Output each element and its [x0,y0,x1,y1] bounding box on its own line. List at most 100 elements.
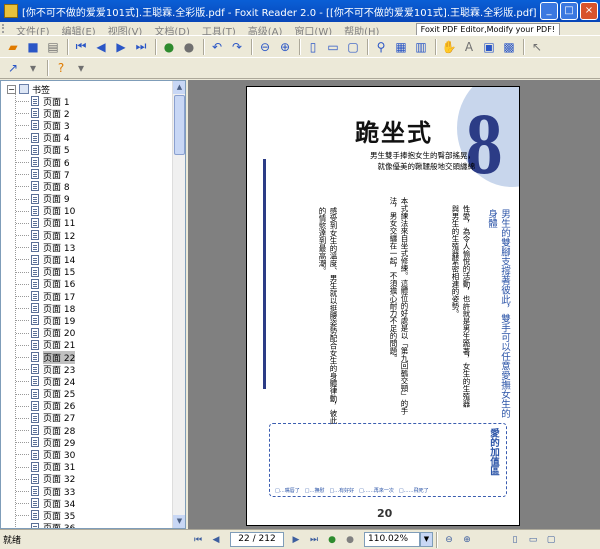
zoom-in-icon[interactable]: ⊕ [459,532,475,548]
page-number-input[interactable]: 22 / 212 [230,532,284,547]
sidebar-item-page[interactable]: 页面 30 [1,448,173,461]
page-icon [31,510,39,521]
sidebar-item-page[interactable]: 页面 12 [1,229,173,242]
print-icon[interactable]: ▤ [44,38,62,56]
page-icon [31,437,39,448]
sidebar-item-page[interactable]: 页面 29 [1,436,173,449]
sidebar-item-page[interactable]: 页面 25 [1,388,173,400]
sidebar-item-page[interactable]: 页面 14 [1,253,173,267]
sidebar-item-page[interactable]: 页面 34 [1,497,173,510]
sidebar-item-page[interactable]: 页面 9 [1,193,173,205]
text-select-icon[interactable]: A [460,38,478,56]
sidebar-item-page[interactable]: 页面 21 [1,339,173,351]
scrollbar-thumb[interactable] [174,95,185,155]
body-column-3: 感受到女生的溫度、男生就以挺腰姿勢配合女生的身體律動，彼此的情慾達到最高潮。 [318,207,338,425]
page-icon [31,157,39,168]
continuous-page-icon[interactable]: ▭ [525,532,541,548]
close-button[interactable]: × [580,2,598,20]
next-page-icon[interactable]: ▶ [112,38,130,56]
previous-page-icon[interactable]: ◀ [92,38,110,56]
sidebar-item-page[interactable]: 页面 15 [1,266,173,278]
snapshot-icon[interactable]: ▣ [480,38,498,56]
sidebar-item-page[interactable]: 页面 7 [1,168,173,181]
scroll-down-icon[interactable]: ▼ [173,515,185,528]
save-icon[interactable]: ■ [24,38,42,56]
page-icon [31,193,39,204]
zoom-out-icon[interactable]: ⊖ [256,38,274,56]
last-page-icon[interactable]: ⏭ [132,38,150,56]
help-icon[interactable]: ? [52,59,70,77]
facing-page-icon[interactable]: ▢ [344,38,362,56]
sidebar-item-page[interactable]: 页面 18 [1,302,173,315]
binoculars-icon[interactable]: ⚲ [372,38,390,56]
pointer-tool-icon[interactable]: ↗ [4,59,22,77]
previous-page-icon[interactable]: ◀ [208,532,224,548]
first-page-icon[interactable]: ⏮ [190,532,206,548]
sidebar-item-page[interactable]: 页面 3 [1,119,173,132]
chevron-down-icon[interactable]: ▼ [420,532,433,547]
chevron-down-icon[interactable]: ▾ [72,59,90,77]
page-icon [31,108,39,119]
sidebar-item-page[interactable]: 页面 13 [1,241,173,254]
open-folder-icon[interactable]: ▰ [4,38,22,56]
last-page-icon[interactable]: ⏭ [306,532,322,548]
sidebar-item-label: 页面 14 [43,256,76,267]
rotate-right-icon[interactable]: ↷ [228,38,246,56]
sidebar-item-page[interactable]: 页面 32 [1,473,173,485]
back-icon[interactable]: ● [324,532,340,548]
rotate-left-icon[interactable]: ↶ [208,38,226,56]
zoom-input[interactable]: 110.02% [364,532,420,547]
sidebar-item-page[interactable]: 页面 4 [1,132,173,144]
sidebar-item-page[interactable]: 页面 23 [1,363,173,376]
hand-tool-icon[interactable]: ✋ [440,38,458,56]
sidebar-item-page[interactable]: 页面 1 [1,95,173,108]
bookmark-root[interactable]: − 书签 [1,83,173,96]
sidebar-item-page[interactable]: 页面 24 [1,375,173,388]
continuous-page-icon[interactable]: ▭ [324,38,342,56]
scroll-up-icon[interactable]: ▲ [173,81,185,94]
sidebar-item-page[interactable]: 页面 20 [1,327,173,339]
minimize-button[interactable]: _ [540,2,558,20]
sidebar-item-page[interactable]: 页面 5 [1,144,173,156]
document-view[interactable]: 8 跪坐式 男生雙手捧抱女生的臀部搖晃， 就像優美的鞦韆般地交頭纏綿 男生的雙腳… [188,80,600,529]
sidebar-item-page[interactable]: 页面 19 [1,314,173,327]
secondary-toolbar: ↗ ▾ ? ▾ [0,57,600,79]
single-page-icon[interactable]: ▯ [304,38,322,56]
page-icon [31,181,39,192]
select-arrow-icon[interactable]: ↖ [528,38,546,56]
sidebar-item-page[interactable]: 页面 11 [1,217,173,229]
sidebar-item-page[interactable]: 页面 36 [1,522,173,528]
sidebar-scrollbar[interactable]: ▲ ▼ [172,81,185,528]
chevron-down-icon[interactable]: ▾ [24,59,42,77]
sidebar-item-page[interactable]: 页面 16 [1,278,173,290]
sidebar-item-page[interactable]: 页面 6 [1,156,173,169]
sidebar-item-page[interactable]: 页面 27 [1,412,173,424]
bookmarks-panel-icon[interactable]: ▥ [412,38,430,56]
zoom-out-icon[interactable]: ⊖ [441,532,457,548]
sidebar-item-page[interactable]: 页面 17 [1,290,173,303]
facing-page-icon[interactable]: ▢ [543,532,559,548]
sidebar-item-page[interactable]: 页面 8 [1,180,173,193]
sidebar-item-page[interactable]: 页面 35 [1,509,173,522]
forward-icon[interactable]: ● [342,532,358,548]
forward-icon[interactable]: ● [180,38,198,56]
sidebar-item-page[interactable]: 页面 33 [1,485,173,498]
page-icon [31,327,39,338]
single-page-icon[interactable]: ▯ [507,532,523,548]
sidebar-item-page[interactable]: 页面 28 [1,424,173,437]
sidebar-item-page[interactable]: 页面 10 [1,205,173,217]
sidebar-item-page[interactable]: 页面 2 [1,107,173,120]
sidebar-item-page[interactable]: 页面 26 [1,400,173,412]
image-icon[interactable]: ▩ [500,38,518,56]
zoom-in-icon[interactable]: ⊕ [276,38,294,56]
back-icon[interactable]: ● [160,38,178,56]
first-page-icon[interactable]: ⏮ [72,38,90,56]
next-page-icon[interactable]: ▶ [288,532,304,548]
page-icon [31,473,39,484]
sidebar-item-page[interactable]: 页面 31 [1,461,173,473]
properties-icon[interactable]: ▦ [392,38,410,56]
sidebar-item-page[interactable]: 页面 22 [1,350,173,364]
collapse-icon[interactable]: − [7,84,16,94]
bookmark-sidebar[interactable]: − 书签 页面 1 页面 2 页面 3 页面 4 页面 5 页面 6 页面 7 页面 8 页面 … [0,80,186,529]
restore-button[interactable]: □ [560,2,578,20]
